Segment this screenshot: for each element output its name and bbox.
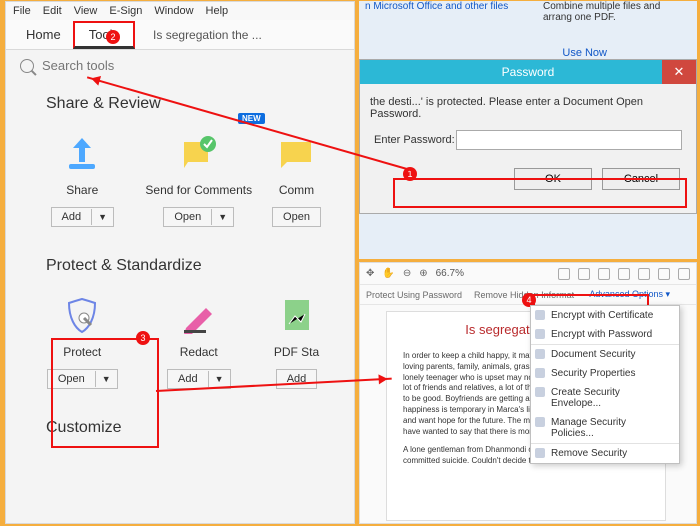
close-icon[interactable]: ✕ — [662, 60, 696, 84]
tool-pdf-standards[interactable]: PDF Sta Add — [257, 287, 336, 389]
use-now-link[interactable]: Use Now — [562, 47, 607, 59]
protect-shield-icon — [61, 294, 103, 336]
advanced-toolbar: ✥ ✋ ⊖ ⊕ 66.7% — [360, 263, 696, 285]
chevron-down-icon[interactable]: ▼ — [208, 371, 230, 387]
menu-edit[interactable]: Edit — [43, 5, 62, 17]
callout-3: 3 — [136, 331, 150, 345]
section-protect-standardize: Protect & Standardize — [6, 227, 354, 279]
tab-document[interactable]: Is segregation the ... — [153, 28, 262, 42]
toolbar-icon[interactable] — [558, 268, 570, 280]
search-icon — [20, 59, 34, 73]
tool-share[interactable]: Share Add▼ — [24, 125, 141, 227]
toolbar-icon[interactable] — [638, 268, 650, 280]
hand-icon[interactable]: ✋ — [382, 268, 394, 279]
menu-item-encrypt-pw[interactable]: Encrypt with Password — [531, 325, 679, 345]
menu-bar: File Edit View E-Sign Window Help — [6, 2, 354, 20]
menu-view[interactable]: View — [74, 5, 98, 17]
section-share-review: Share & Review — [6, 81, 354, 117]
password-screenshot: n Microsoft Office and other files Combi… — [359, 1, 697, 259]
tool-send-comments[interactable]: Send for Comments Open▼ — [141, 125, 258, 227]
tool-send-comments-label: Send for Comments — [141, 183, 258, 197]
share-add-button[interactable]: Add▼ — [51, 207, 115, 227]
tool-comment[interactable]: Comm Open — [257, 125, 336, 227]
menu-item-manage-policies[interactable]: Manage Security Policies... — [531, 413, 679, 444]
send-comments-icon — [178, 132, 220, 174]
menu-help[interactable]: Help — [206, 5, 229, 17]
password-label: Enter Password: — [374, 134, 456, 146]
share-icon — [61, 132, 103, 174]
redact-icon — [178, 294, 220, 336]
advanced-options-menu: Encrypt with Certificate Encrypt with Pa… — [530, 305, 680, 464]
menu-item-doc-security[interactable]: Document Security — [531, 345, 679, 364]
menu-item-security-props[interactable]: Security Properties — [531, 364, 679, 383]
search-input[interactable] — [42, 58, 340, 73]
pdfstd-add-button[interactable]: Add — [276, 369, 318, 389]
tool-row-share: NEW Share Add▼ Send for Comments Open▼ C… — [6, 117, 354, 227]
dialog-title: Password — [502, 65, 555, 79]
toolbar-icon[interactable] — [618, 268, 630, 280]
tab-bar: Home Tools Is segregation the ... — [6, 20, 354, 50]
protect-using-password[interactable]: Protect Using Password — [366, 290, 462, 300]
toolbar-icon[interactable] — [678, 268, 690, 280]
comment-open-button[interactable]: Open — [272, 207, 321, 227]
menu-esign[interactable]: E-Sign — [109, 5, 142, 17]
zoom-out-icon[interactable]: ⊖ — [403, 268, 411, 279]
toolbar-icon[interactable] — [598, 268, 610, 280]
zoom-level[interactable]: 66.7% — [436, 268, 464, 279]
tool-pdfstd-label: PDF Sta — [257, 345, 336, 359]
tab-home[interactable]: Home — [14, 21, 73, 48]
toolbar-icon[interactable] — [658, 268, 670, 280]
menu-item-security-envelope[interactable]: Create Security Envelope... — [531, 383, 679, 413]
pdf-standards-icon — [275, 294, 317, 336]
send-comments-open-button[interactable]: Open▼ — [163, 207, 234, 227]
menu-item-encrypt-cert[interactable]: Encrypt with Certificate — [531, 306, 679, 325]
office-text-right: Combine multiple files and arrang one PD… — [543, 1, 673, 23]
toolbar-icon[interactable] — [578, 268, 590, 280]
tab-tools[interactable]: Tools — [73, 21, 135, 49]
highlight-password-field — [393, 178, 687, 208]
tool-share-label: Share — [24, 183, 141, 197]
highlight-protect — [51, 338, 159, 448]
zoom-in-icon[interactable]: ⊕ — [419, 268, 427, 279]
menu-file[interactable]: File — [13, 5, 31, 17]
pointer-icon[interactable]: ✥ — [366, 268, 374, 279]
password-input[interactable] — [456, 130, 682, 150]
menu-window[interactable]: Window — [154, 5, 193, 17]
acrobat-tools-pane: File Edit View E-Sign Window Help Home T… — [5, 1, 355, 524]
search-row — [6, 50, 354, 81]
callout-2: 2 — [106, 30, 120, 44]
dialog-title-bar: Password ✕ — [360, 60, 696, 84]
chevron-down-icon[interactable]: ▼ — [91, 209, 113, 225]
menu-item-remove-security[interactable]: Remove Security — [531, 444, 679, 463]
dialog-message: the desti...' is protected. Please enter… — [360, 84, 696, 126]
chevron-down-icon[interactable]: ▼ — [211, 209, 233, 225]
tool-comment-label: Comm — [257, 183, 336, 197]
office-text-left: n Microsoft Office and other files — [365, 1, 508, 12]
